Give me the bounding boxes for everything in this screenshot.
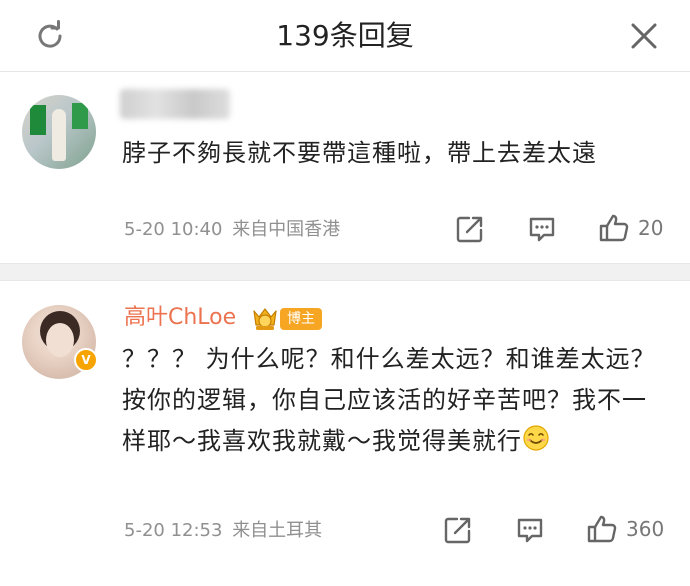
- comment-divider: [0, 263, 690, 281]
- comment-item: 高叶ChLoe 博主 ？？？ 为什么呢？和什么差太远？和谁差太远？按你的逻辑，你…: [0, 281, 690, 586]
- comment-text: ？？？ 为什么呢？和什么差太远？和谁差太远？按你的逻辑，你自己应该活的好辛苦吧？…: [122, 339, 662, 462]
- smile-emoji-icon: [523, 425, 549, 451]
- comment-icon: [517, 518, 543, 543]
- like-icon: [599, 214, 629, 242]
- avatar-figure: [52, 109, 66, 161]
- avatar-face: [46, 323, 74, 357]
- share-icon: [444, 517, 471, 544]
- comment-date: 5-20 12:53: [124, 520, 223, 541]
- comment-text-body: ？？？ 为什么呢？和什么差太远？和谁差太远？按你的逻辑，你自己应该活的好辛苦吧？…: [122, 345, 656, 455]
- like-button[interactable]: 20: [598, 212, 663, 244]
- comment-meta: 5-20 12:53 来自土耳其: [124, 519, 322, 543]
- avatar-background-sign: [72, 103, 88, 129]
- comment-item: 脖子不夠長就不要帶這種啦，帶上去差太遠 5-20 10:40 来自中国香港 20: [0, 73, 690, 263]
- share-icon: [456, 216, 483, 243]
- comment-icon: [529, 217, 555, 242]
- comment-text: 脖子不夠長就不要帶這種啦，帶上去差太遠: [122, 139, 597, 167]
- comment-date: 5-20 10:40: [124, 219, 223, 240]
- share-button[interactable]: [455, 214, 485, 244]
- username-redacted: [120, 89, 230, 119]
- close-icon: [631, 23, 657, 49]
- like-count: 360: [626, 517, 665, 541]
- avatar-background-sign: [30, 105, 46, 135]
- like-button[interactable]: 360: [586, 513, 664, 545]
- avatar[interactable]: [22, 95, 96, 169]
- header-bar: 139条回复: [0, 0, 690, 72]
- comment-location: 来自土耳其: [232, 520, 323, 541]
- blogger-badge: 博主: [280, 308, 322, 330]
- comment-location: 来自中国香港: [232, 219, 341, 240]
- close-button[interactable]: [620, 12, 668, 60]
- share-button[interactable]: [443, 515, 473, 545]
- medal-icon: [253, 308, 277, 330]
- comment-meta: 5-20 10:40 来自中国香港: [124, 218, 340, 242]
- page-title: 139条回复: [276, 19, 414, 52]
- verified-badge: V: [74, 348, 98, 372]
- like-count: 20: [638, 216, 664, 240]
- like-icon: [587, 515, 617, 543]
- comment-button[interactable]: [527, 214, 557, 244]
- comment-button[interactable]: [515, 515, 545, 545]
- username[interactable]: 高叶ChLoe: [124, 303, 236, 333]
